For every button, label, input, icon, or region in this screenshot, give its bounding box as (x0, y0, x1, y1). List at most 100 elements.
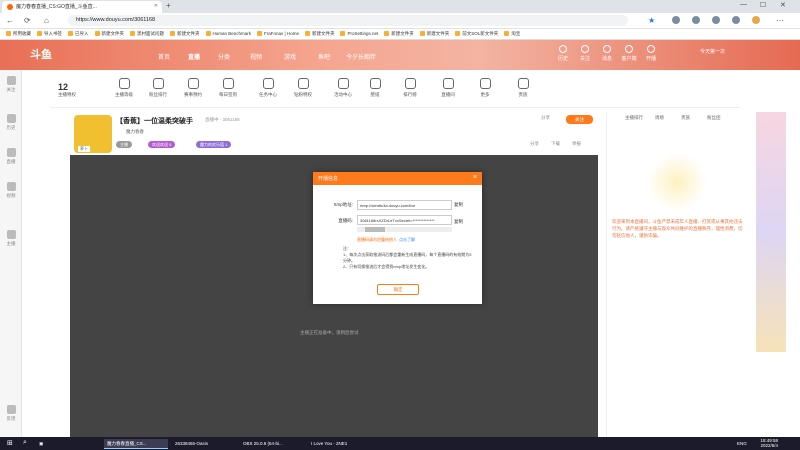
site-logo[interactable]: 斗鱼 (30, 46, 52, 62)
share-button[interactable]: 分享 (541, 115, 550, 121)
home-icon[interactable]: ⌂ (44, 16, 49, 25)
nav-games[interactable]: 游戏 (284, 52, 296, 61)
rtmp-field[interactable]: rtmp://sendtc3a.douyu.com/live (357, 200, 452, 210)
bookmark-item[interactable]: 黑村面试问题 (130, 31, 164, 37)
header-client[interactable]: 客户端 (619, 45, 639, 62)
taskbar-item-music[interactable]: I Love You - 2NE1 (308, 439, 372, 449)
dialog-title: 开播信息 (318, 176, 339, 182)
sidebar-item-feedback[interactable]: 反馈 (3, 405, 19, 422)
more-menu-icon[interactable]: ⋯ (776, 16, 784, 25)
profile-avatar-icon[interactable] (752, 16, 760, 24)
bookmark-item[interactable]: 前文SOL新文件夹 (455, 31, 498, 37)
stream-code-field[interactable]: 3061168rsXZDrLeTxxSecret=************** (357, 215, 452, 225)
feature-live-room[interactable]: 直播间 (431, 78, 465, 98)
collections-icon[interactable] (692, 16, 700, 24)
nav-home[interactable]: 首页 (158, 52, 170, 61)
sidebar-item-history[interactable]: 历史 (3, 114, 19, 131)
feature-anchor-privilege[interactable]: 主播特权 (50, 92, 84, 98)
tab-anchor-rank[interactable]: 主播排行 (625, 115, 643, 121)
action-report[interactable]: 举报 (572, 141, 581, 147)
live-icon (6, 148, 16, 157)
feature-noble[interactable]: 贵族 (506, 78, 540, 98)
taskbar-item-browser[interactable]: 魔力春春直播_CS... (104, 439, 168, 449)
side-promo-banners[interactable] (756, 112, 786, 352)
follow-button[interactable]: 关注 (566, 115, 593, 124)
tab-fan-club[interactable]: 粉丝团 (707, 115, 721, 121)
nav-live[interactable]: 直播 (188, 52, 200, 61)
sidebar-item-video[interactable]: 视频 (3, 182, 19, 199)
maximize-icon[interactable]: ☐ (760, 1, 766, 9)
feature-fan-rank[interactable]: 粉丝排行 (141, 78, 175, 98)
feature-anchor-level[interactable]: 主播等级 (107, 78, 141, 98)
rtmp-label: rtmp地址: (333, 202, 353, 207)
windows-start-icon[interactable]: ⊞ (4, 437, 16, 447)
room-id: 直播中 · 3061168 (205, 117, 240, 122)
sidebar-item-live[interactable]: 直播 (3, 148, 19, 165)
event-banner-text[interactable]: 今天第一次 (700, 48, 725, 55)
bookmark-item[interactable]: 已导入 (68, 31, 89, 37)
sidebar-item-follow[interactable]: 关注 (3, 76, 19, 93)
feature-more[interactable]: 更多 (468, 78, 502, 98)
tab-weekly[interactable]: 周榜 (655, 115, 664, 121)
bookmark-item[interactable]: 淘宝 (504, 31, 520, 37)
close-window-icon[interactable]: ✕ (780, 1, 786, 9)
refresh-icon[interactable]: ⟳ (24, 16, 31, 25)
bookmark-item[interactable]: 新建文件夹 (384, 31, 414, 37)
role-badge: 主播 (116, 141, 132, 148)
feature-event-booking[interactable]: 赛事预约 (176, 78, 210, 98)
help-link[interactable]: 点击了解 (399, 237, 415, 243)
input-language[interactable]: ENG (734, 439, 750, 449)
url-bar[interactable]: https://www.douyu.com/3061168 (68, 15, 628, 26)
tab-noble[interactable]: 贵族 (681, 115, 690, 121)
system-clock[interactable]: 18:49:58 2022/6/4 (760, 438, 778, 448)
nav-yuba[interactable]: 鱼吧 (318, 52, 330, 61)
bookmark-star-icon[interactable]: ★ (648, 16, 655, 25)
bookmark-item[interactable]: 导入书签 (37, 31, 62, 37)
back-icon[interactable]: ← (6, 16, 14, 25)
feature-wallpaper[interactable]: 壁纸 (358, 78, 392, 98)
nav-event[interactable]: 今夕长相伴 (346, 52, 376, 61)
feature-daily-checkin[interactable]: 每日签到 (211, 78, 245, 98)
history-icon[interactable] (732, 16, 740, 24)
task-view-icon[interactable]: ▣ (36, 439, 46, 449)
nav-video[interactable]: 视频 (250, 52, 262, 61)
feature-activity[interactable]: 活动中心 (326, 78, 360, 98)
confirm-button[interactable]: 确定 (377, 284, 419, 295)
joy-badge[interactable]: 魔力的欢乐值 1 (196, 141, 232, 148)
anchor-name[interactable]: 魔力春春 (126, 129, 144, 135)
bookmark-item[interactable]: 新建文件夹 (170, 31, 200, 37)
header-start-live[interactable]: 开播 (641, 45, 661, 62)
bookmark-item[interactable]: 新建文件夹 (95, 31, 125, 37)
action-share[interactable]: 分享 (530, 141, 539, 147)
header-follow[interactable]: 关注 (575, 45, 595, 62)
feature-diamond-fans[interactable]: 钻粉特权 (286, 78, 320, 98)
nav-category[interactable]: 分类 (218, 52, 230, 61)
search-icon[interactable]: ⌕ (20, 437, 30, 447)
bookmark-item[interactable]: ProSettings.net (340, 31, 378, 37)
scrollbar-thumb[interactable] (365, 227, 385, 232)
copy-rtmp-button[interactable]: 复制 (454, 202, 463, 208)
bookmark-item[interactable]: 新建文件夹 (420, 31, 450, 37)
fan-badge[interactable]: 欢迎欢迎 5 (148, 141, 176, 148)
bookmark-item[interactable]: 所用收藏 (6, 31, 31, 37)
feature-task-center[interactable]: 任务中心 (251, 78, 285, 98)
bookmark-item[interactable]: 新建文件夹 (305, 31, 335, 37)
copy-code-button[interactable]: 复制 (454, 219, 463, 225)
header-message[interactable]: 消息 (597, 45, 617, 62)
feature-ranking[interactable]: 排行榜 (393, 78, 427, 98)
close-tab-icon[interactable]: ✕ (154, 3, 158, 9)
minimize-icon[interactable]: — (740, 1, 747, 8)
browser-tab-active[interactable]: 魔力春春直播_CS:GO直播_斗鱼直... ✕ (2, 1, 162, 13)
close-icon[interactable]: × (473, 174, 477, 181)
new-tab-button[interactable]: + (166, 1, 171, 10)
favorites-icon[interactable] (712, 16, 720, 24)
extension-icon[interactable] (672, 16, 680, 24)
taskbar-item-oasis[interactable]: 26338465-Oasis (172, 439, 236, 449)
sidebar-item-anchor[interactable]: 主播 (3, 230, 19, 247)
header-history[interactable]: 历史 (553, 45, 573, 62)
taskbar-item-obs[interactable]: OBS 25.0.8 (64-bi... (240, 439, 304, 449)
action-download[interactable]: 下载 (551, 141, 560, 147)
bookmark-item[interactable]: Human Benchmark (206, 31, 252, 37)
code-scrollbar[interactable] (357, 227, 452, 232)
bookmark-item[interactable]: FraFonax | Home (257, 31, 299, 37)
